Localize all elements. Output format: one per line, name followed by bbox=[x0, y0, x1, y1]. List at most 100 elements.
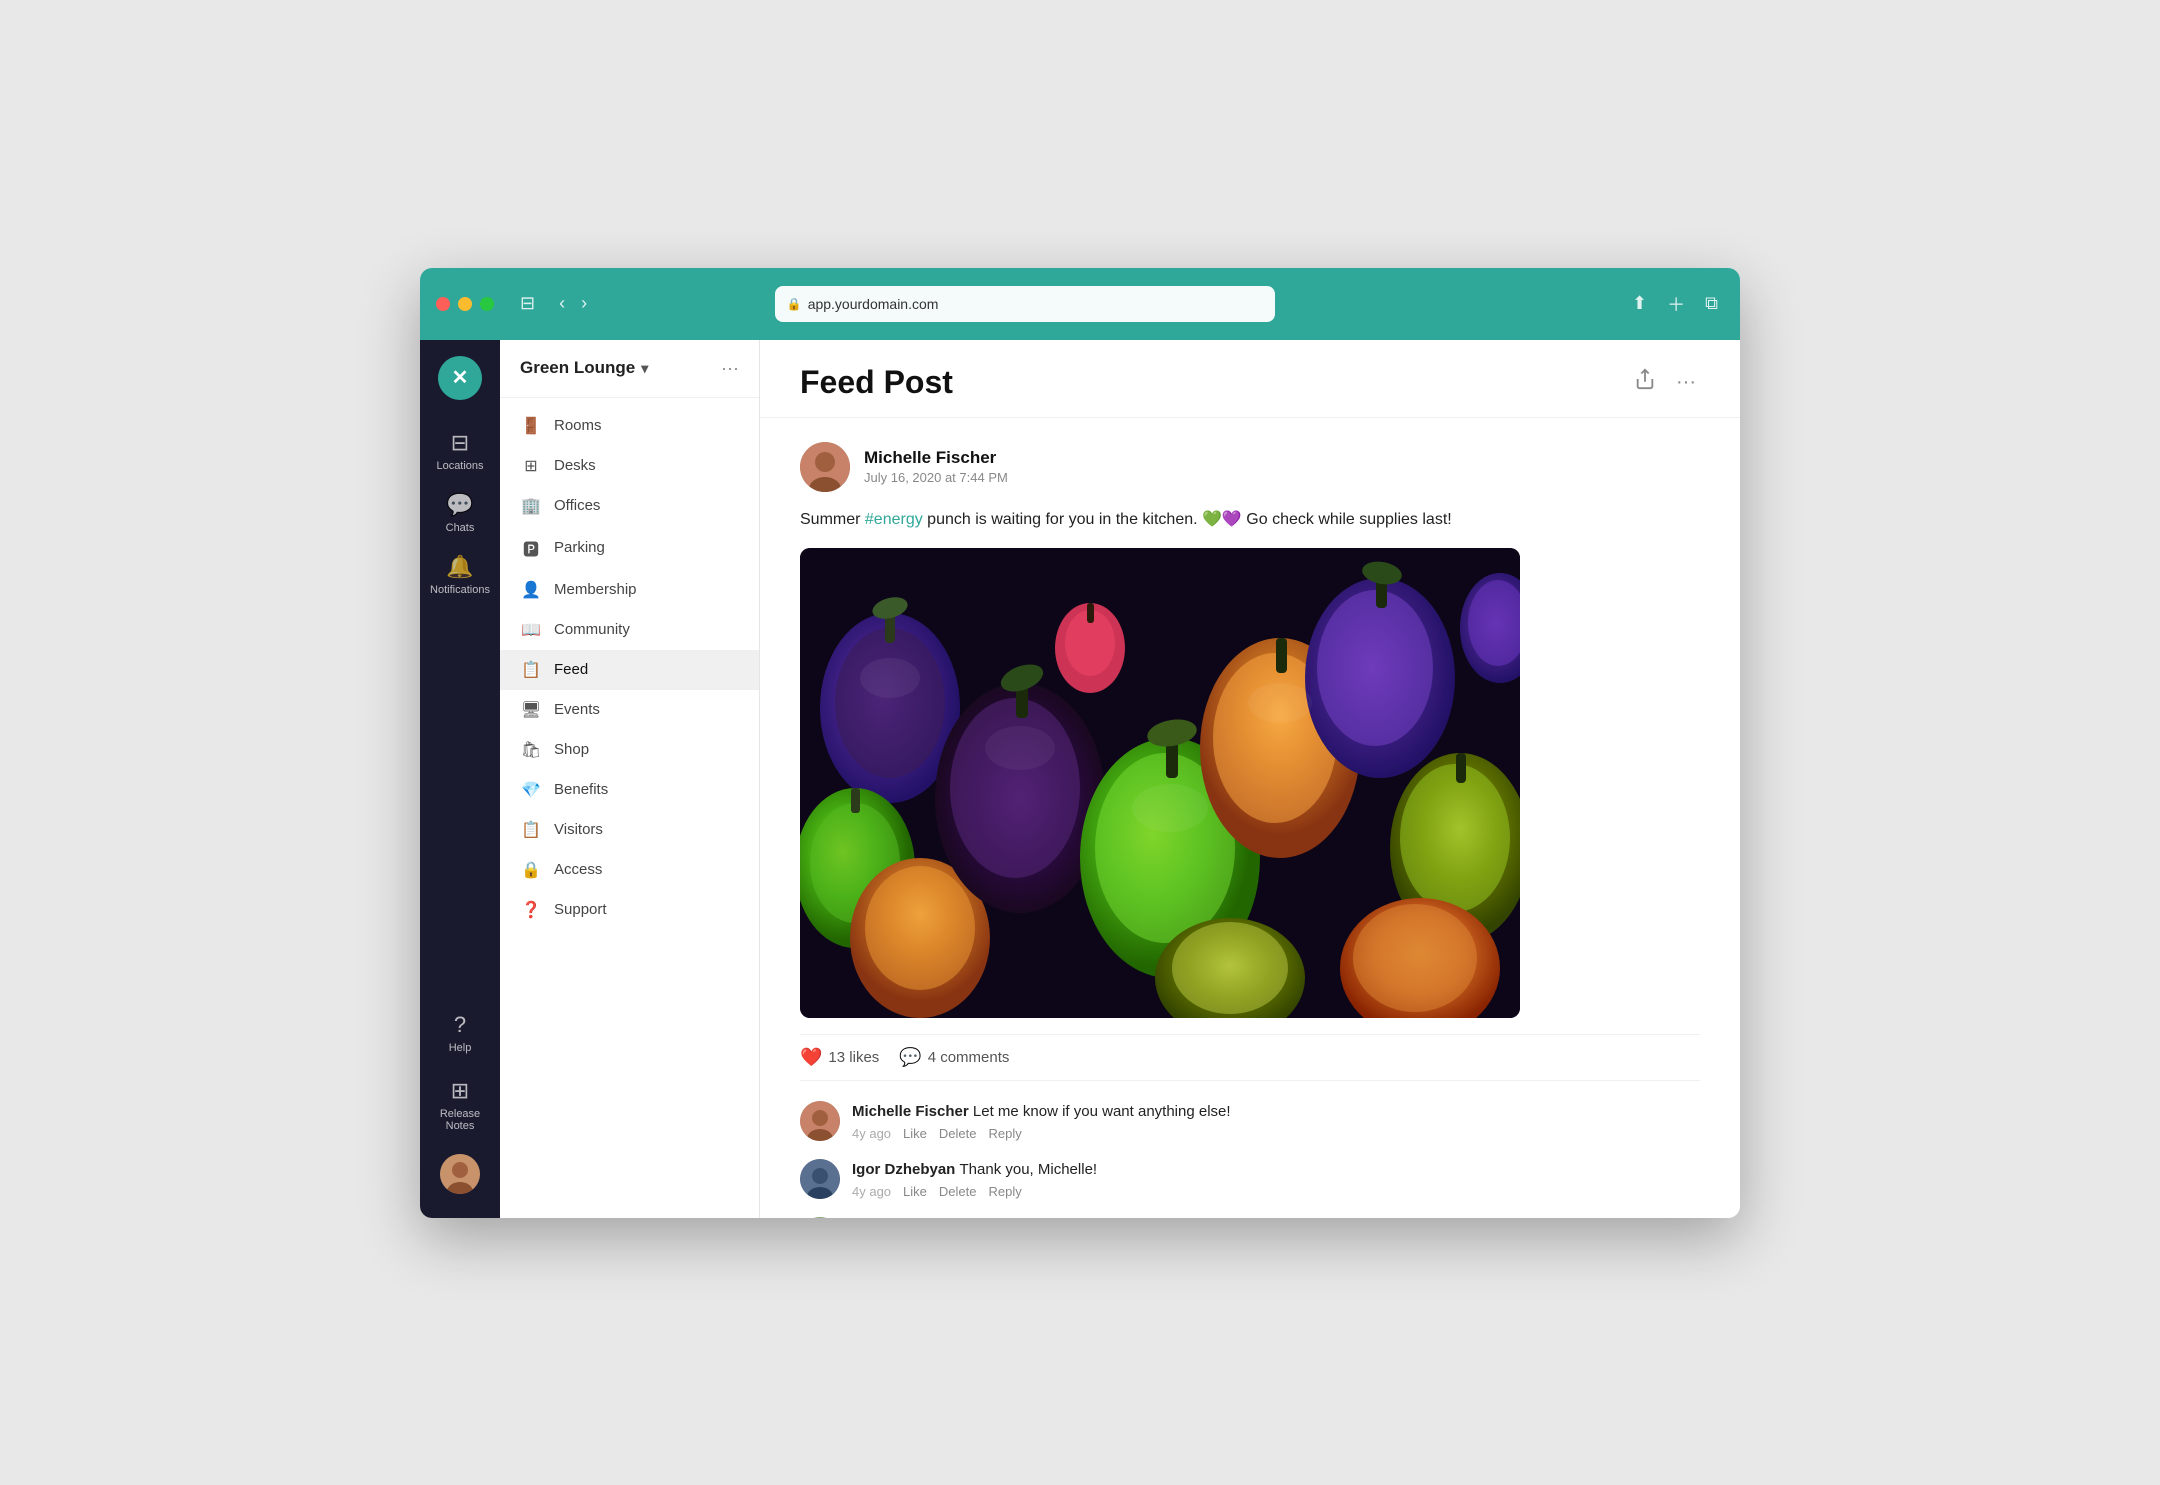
visitors-icon: 📋 bbox=[520, 820, 542, 840]
chevron-down-icon: ▾ bbox=[641, 360, 648, 377]
nav-item-label: Offices bbox=[554, 497, 600, 514]
workspace-title[interactable]: Green Lounge ▾ bbox=[520, 358, 648, 378]
comment-author-name: Igor Dzhebyan bbox=[852, 1161, 960, 1178]
workspace-name: Green Lounge bbox=[520, 358, 635, 378]
comment-actions: 4y ago Like Delete Reply bbox=[852, 1126, 1700, 1141]
icon-rail: ✕ ⊟ Locations 💬 Chats 🔔 Notifications ? … bbox=[420, 340, 500, 1218]
comment-body: Michelle Fischer Let me know if you want… bbox=[852, 1101, 1700, 1141]
like-comment-button[interactable]: Like bbox=[903, 1126, 927, 1141]
delete-comment-button[interactable]: Delete bbox=[939, 1184, 977, 1199]
more-options-button[interactable]: ··· bbox=[1672, 367, 1700, 398]
nav-item-shop[interactable]: 🛍 Shop bbox=[500, 730, 759, 770]
parking-icon: 🅿 bbox=[520, 536, 542, 560]
lock-icon: 🔒 bbox=[787, 297, 802, 311]
post-text-before: Summer bbox=[800, 511, 865, 528]
nav-item-benefits[interactable]: 💎 Benefits bbox=[500, 770, 759, 810]
comment-time: 4y ago bbox=[852, 1184, 891, 1199]
nav-item-desks[interactable]: ⊞ Desks bbox=[500, 446, 759, 486]
forward-button[interactable]: › bbox=[575, 289, 593, 318]
sidebar-more-icon[interactable]: ··· bbox=[721, 358, 739, 379]
nav-item-label: Feed bbox=[554, 661, 588, 678]
nav-item-rooms[interactable]: 🚪 Rooms bbox=[500, 406, 759, 446]
sidebar-item-help[interactable]: ? Help bbox=[420, 1002, 500, 1064]
main-content: Feed Post ··· bbox=[760, 340, 1740, 1218]
share-browser-button[interactable]: ⬆ bbox=[1626, 287, 1653, 321]
comments-count: 4 comments bbox=[928, 1049, 1010, 1066]
comment-time: 4y ago bbox=[852, 1126, 891, 1141]
header-actions: ··· bbox=[1630, 364, 1700, 400]
nav-item-label: Benefits bbox=[554, 781, 608, 798]
tabs-button[interactable]: ⧉ bbox=[1699, 287, 1724, 321]
nav-item-parking[interactable]: 🅿 Parking bbox=[500, 526, 759, 570]
chats-label: Chats bbox=[446, 522, 475, 534]
sidebar-toggle-button[interactable]: ⊟ bbox=[514, 289, 541, 318]
reply-comment-button[interactable]: Reply bbox=[988, 1126, 1021, 1141]
nav-item-community[interactable]: 📖 Community bbox=[500, 610, 759, 650]
sidebar-item-chats[interactable]: 💬 Chats bbox=[420, 482, 500, 544]
post-text-after: punch is waiting for you in the kitchen.… bbox=[923, 511, 1452, 528]
sidebar-item-locations[interactable]: ⊟ Locations bbox=[420, 420, 500, 482]
comment-avatar-michelle bbox=[800, 1101, 840, 1141]
access-icon: 🔒 bbox=[520, 860, 542, 880]
share-button[interactable] bbox=[1630, 364, 1660, 400]
maximize-button[interactable] bbox=[480, 297, 494, 311]
shop-icon: 🛍 bbox=[520, 740, 542, 760]
nav-item-label: Visitors bbox=[554, 821, 603, 838]
nav-item-label: Rooms bbox=[554, 417, 602, 434]
rail-bottom: ? Help ⊞ Release Notes bbox=[420, 1002, 500, 1202]
url-bar[interactable]: 🔒 app.yourdomain.com bbox=[775, 286, 1275, 322]
comments-stat[interactable]: 💬 4 comments bbox=[899, 1047, 1009, 1068]
community-icon: 📖 bbox=[520, 620, 542, 640]
post-stats: ❤️ 13 likes 💬 4 comments bbox=[800, 1034, 1700, 1081]
offices-icon: 🏢 bbox=[520, 496, 542, 516]
delete-comment-button[interactable]: Delete bbox=[939, 1126, 977, 1141]
back-button[interactable]: ‹ bbox=[553, 289, 571, 318]
notifications-label: Notifications bbox=[430, 584, 490, 596]
nav-item-feed[interactable]: 📋 Feed bbox=[500, 650, 759, 690]
post-author-row: Michelle Fischer July 16, 2020 at 7:44 P… bbox=[800, 442, 1700, 492]
browser-actions: ⬆ ＋ ⧉ bbox=[1626, 287, 1724, 321]
app-logo[interactable]: ✕ bbox=[438, 356, 482, 400]
sidebar-item-release-notes[interactable]: ⊞ Release Notes bbox=[420, 1068, 500, 1142]
comment-text: Igor Dzhebyan Thank you, Michelle! bbox=[852, 1159, 1700, 1180]
release-notes-icon: ⊞ bbox=[451, 1078, 469, 1104]
support-icon: ❓ bbox=[520, 900, 542, 920]
author-avatar bbox=[800, 442, 850, 492]
nav-item-support[interactable]: ❓ Support bbox=[500, 890, 759, 930]
sidebar-item-notifications[interactable]: 🔔 Notifications bbox=[420, 544, 500, 606]
nav-item-events[interactable]: 🖥 Events bbox=[500, 690, 759, 730]
like-comment-button[interactable]: Like bbox=[903, 1184, 927, 1199]
nav-item-label: Community bbox=[554, 621, 630, 638]
comment-text: Michelle Fischer Let me know if you want… bbox=[852, 1101, 1700, 1122]
browser-chrome: ⊟ ‹ › 🔒 app.yourdomain.com ⬆ ＋ ⧉ bbox=[420, 268, 1740, 340]
comment-avatar-igor bbox=[800, 1159, 840, 1199]
nav-item-access[interactable]: 🔒 Access bbox=[500, 850, 759, 890]
new-tab-button[interactable]: ＋ bbox=[1661, 287, 1691, 321]
comment-actions: 4y ago Like Delete Reply bbox=[852, 1184, 1700, 1199]
reply-comment-button[interactable]: Reply bbox=[988, 1184, 1021, 1199]
likes-count: 13 likes bbox=[828, 1049, 879, 1066]
user-avatar[interactable] bbox=[440, 1154, 480, 1194]
comment-content: Thank you, Michelle! bbox=[960, 1161, 1098, 1178]
nav-item-label: Shop bbox=[554, 741, 589, 758]
sidebar: Green Lounge ▾ ··· 🚪 Rooms ⊞ Desks 🏢 Off… bbox=[500, 340, 760, 1218]
main-header: Feed Post ··· bbox=[760, 340, 1740, 418]
nav-item-label: Support bbox=[554, 901, 607, 918]
browser-window: ⊟ ‹ › 🔒 app.yourdomain.com ⬆ ＋ ⧉ ✕ ⊟ Loc… bbox=[420, 268, 1740, 1218]
help-label: Help bbox=[449, 1042, 472, 1054]
benefits-icon: 💎 bbox=[520, 780, 542, 800]
nav-item-visitors[interactable]: 📋 Visitors bbox=[500, 810, 759, 850]
author-info: Michelle Fischer July 16, 2020 at 7:44 P… bbox=[864, 448, 1008, 485]
likes-stat[interactable]: ❤️ 13 likes bbox=[800, 1047, 879, 1068]
locations-icon: ⊟ bbox=[451, 430, 469, 456]
nav-buttons: ‹ › bbox=[553, 289, 593, 318]
nav-item-membership[interactable]: 👤 Membership bbox=[500, 570, 759, 610]
rooms-icon: 🚪 bbox=[520, 416, 542, 436]
post-hashtag[interactable]: #energy bbox=[865, 511, 923, 528]
nav-item-offices[interactable]: 🏢 Offices bbox=[500, 486, 759, 526]
comment-author-name: Michelle Fischer bbox=[852, 1103, 973, 1120]
membership-icon: 👤 bbox=[520, 580, 542, 600]
comment-row: Michelle Fischer Let me know if you want… bbox=[800, 1101, 1700, 1141]
minimize-button[interactable] bbox=[458, 297, 472, 311]
close-button[interactable] bbox=[436, 297, 450, 311]
